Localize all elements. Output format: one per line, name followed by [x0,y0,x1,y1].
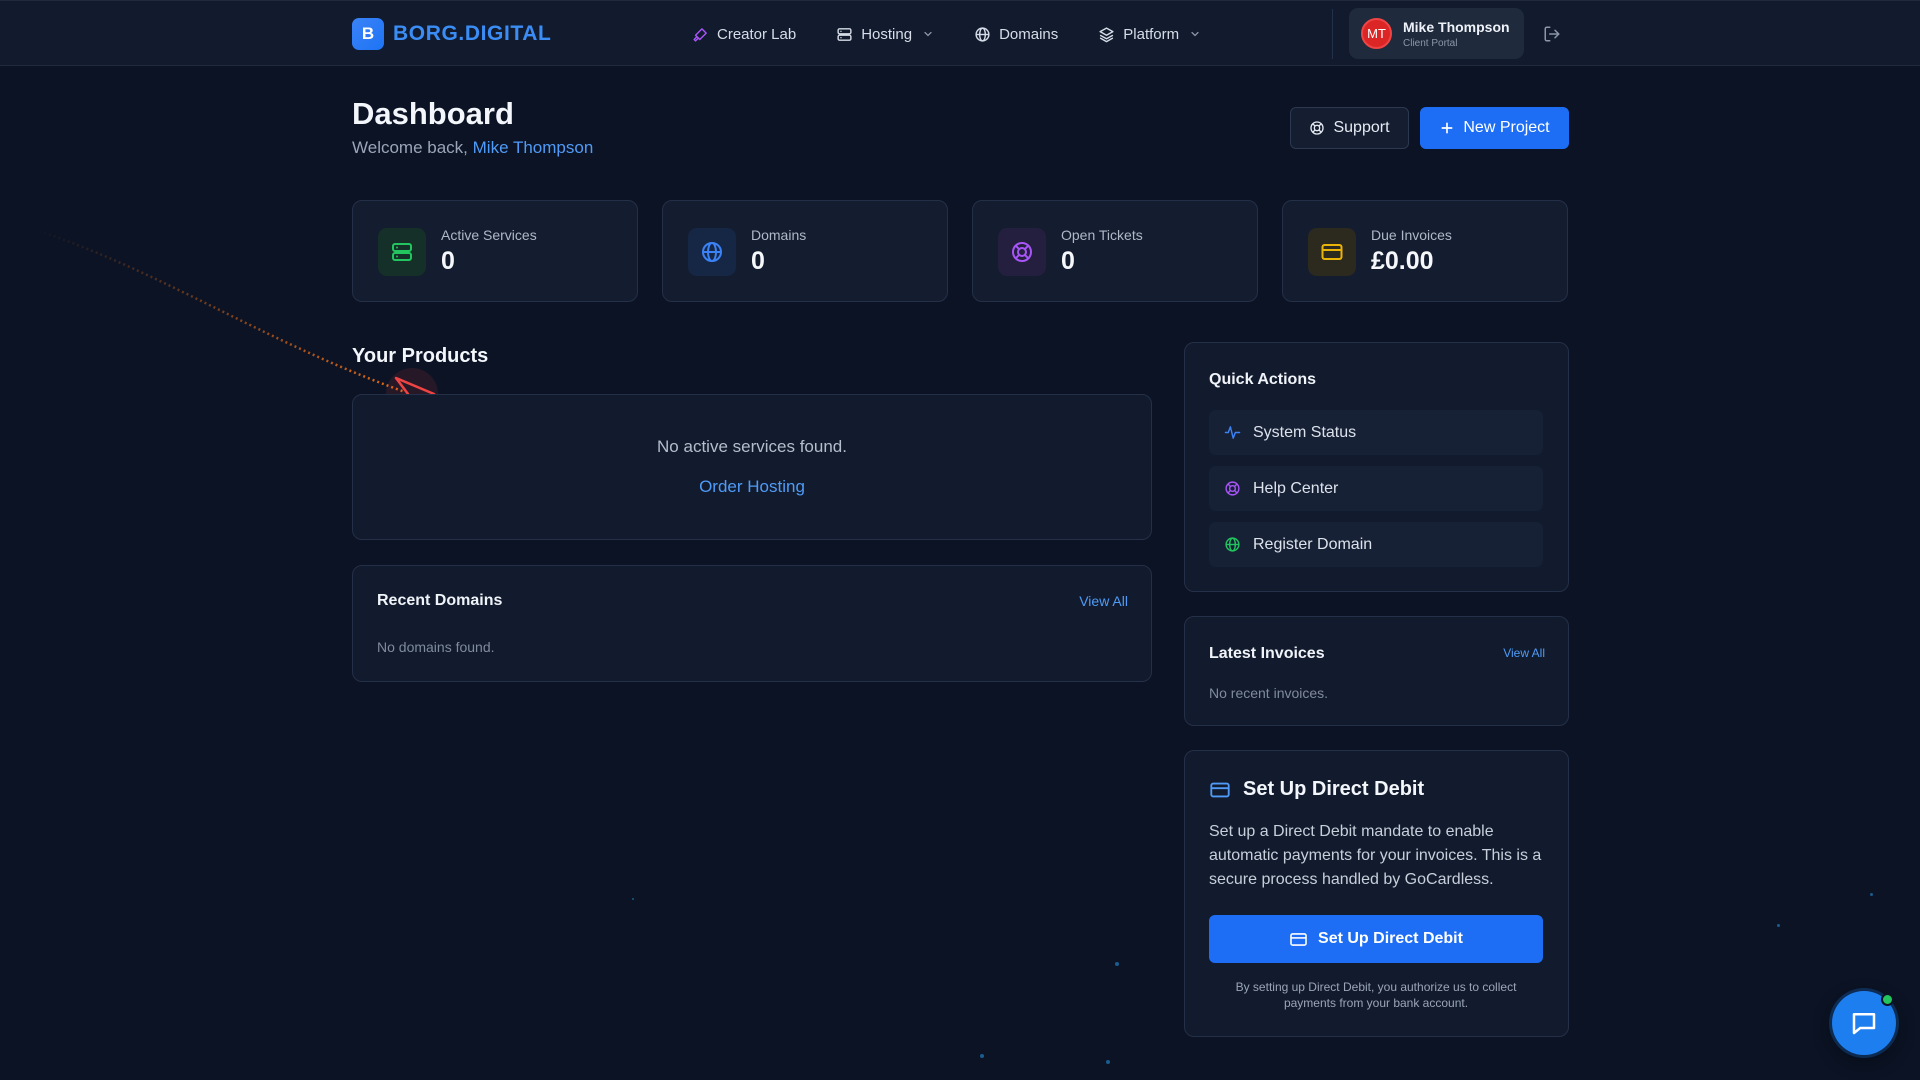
quick-action-system-status[interactable]: System Status [1209,410,1543,455]
support-button[interactable]: Support [1290,107,1409,149]
recent-domains-panel: Recent Domains View All No domains found… [352,565,1152,682]
chevron-down-icon [924,31,932,37]
nav-item-creator-lab[interactable]: Creator Lab [692,14,796,54]
nav-item-label: Hosting [861,25,913,43]
online-status-dot [1881,993,1894,1006]
support-label: Support [1333,119,1390,136]
nav-item-label: Platform [1123,25,1180,43]
stat-value: 0 [1061,247,1075,275]
stat-card-active-services[interactable]: Active Services 0 [352,200,638,302]
quick-action-register-domain[interactable]: Register Domain [1209,522,1543,567]
user-subtitle: Client Portal [1403,37,1458,49]
stat-icon-box [998,228,1046,276]
avatar: MT [1361,18,1392,49]
nav-item-label: Creator Lab [717,25,797,43]
user-name: Mike Thompson [1403,18,1510,35]
stat-label: Domains [751,227,807,243]
credit-card-icon [1290,932,1307,946]
globe-icon [1225,537,1240,552]
globe-icon [702,242,722,262]
latest-invoices-view-all[interactable]: View All [1503,646,1545,660]
welcome-prefix: Welcome back, [352,138,468,157]
server-icon [837,27,852,41]
latest-invoices-panel: Latest Invoices View All No recent invoi… [1184,616,1569,726]
direct-debit-panel: Set Up Direct Debit Set up a Direct Debi… [1184,750,1569,1037]
stat-label: Due Invoices [1371,227,1452,243]
new-project-button[interactable]: New Project [1420,107,1569,149]
stat-card-due-invoices[interactable]: Due Invoices £0.00 [1282,200,1568,302]
quick-actions-title: Quick Actions [1209,371,1316,388]
top-navigation: B BORG.DIGITAL Creator Lab Hosting Domai… [0,0,1920,66]
welcome-message: Welcome back, Mike Thompson [352,138,593,158]
products-section-title: Your Products [352,345,489,367]
server-icon [392,243,412,261]
stat-icon-box [1308,228,1356,276]
order-hosting-label[interactable]: Order Hosting [699,477,805,496]
stat-value: 0 [751,247,765,275]
lifebuoy-icon [1012,242,1032,262]
user-menu[interactable]: MT Mike Thompson Client Portal [1349,8,1524,59]
decorative-star [980,1054,984,1058]
decorative-star [632,898,634,900]
chat-icon [1852,1013,1876,1035]
direct-debit-description: Set up a Direct Debit mandate to enable … [1209,823,1542,888]
nav-item-hosting[interactable]: Hosting [836,14,934,54]
stat-label: Active Services [441,227,537,243]
page-title: Dashboard [352,96,514,131]
credit-card-icon [1210,782,1230,797]
direct-debit-note: By setting up Direct Debit, you authoriz… [1235,980,1517,1010]
stat-label: Open Tickets [1061,227,1143,243]
nav-item-domains[interactable]: Domains [974,14,1058,54]
brand-name: BORG.DIGITAL [393,22,552,45]
brand-mark: B [352,18,384,50]
layers-icon [1099,26,1114,42]
welcome-user-name: Mike Thompson [472,138,594,157]
latest-invoices-empty: No recent invoices. [1209,685,1329,701]
globe-icon [975,26,990,42]
main-nav: Creator Lab Hosting Domains Platform [692,1,1241,67]
nav-item-platform[interactable]: Platform [1098,14,1201,54]
brush-icon [693,27,707,42]
setup-direct-debit-button[interactable]: Set Up Direct Debit [1209,915,1543,963]
stat-card-domains[interactable]: Domains 0 [662,200,948,302]
credit-card-icon [1321,244,1343,260]
nav-divider [1332,9,1333,59]
nav-item-label: Domains [999,25,1059,43]
order-hosting-link[interactable]: Order Hosting [353,477,1151,497]
decorative-comet-trail [29,226,438,420]
recent-domains-title: Recent Domains [377,592,503,609]
recent-domains-view-all[interactable]: View All [1079,593,1128,609]
direct-debit-heading: Set Up Direct Debit [1209,778,1424,801]
activity-icon [1224,426,1241,439]
setup-direct-debit-label: Set Up Direct Debit [1318,930,1463,947]
decorative-star [1777,924,1780,927]
logout-icon[interactable] [1543,25,1561,43]
decorative-star [1106,1060,1110,1064]
lifebuoy-icon [1310,121,1325,135]
latest-invoices-title: Latest Invoices [1209,645,1325,662]
plus-icon [1441,122,1453,134]
recent-domains-empty: No domains found. [377,639,495,655]
stat-value: £0.00 [1371,247,1434,275]
decorative-star [1115,962,1119,966]
decorative-star [1870,893,1873,896]
quick-action-label: System Status [1253,423,1357,441]
stat-card-open-tickets[interactable]: Open Tickets 0 [972,200,1258,302]
products-empty-message: No active services found. [657,437,847,456]
new-project-label: New Project [1463,119,1550,136]
lifebuoy-icon [1225,481,1240,496]
quick-actions-panel: Quick Actions System Status Help Center … [1184,342,1569,592]
products-panel: No active services found. Order Hosting [352,394,1152,540]
quick-action-label: Help Center [1253,479,1339,497]
direct-debit-title: Set Up Direct Debit [1243,778,1425,800]
quick-action-help-center[interactable]: Help Center [1209,466,1543,511]
chevron-down-icon [1191,31,1199,37]
quick-action-label: Register Domain [1253,535,1373,553]
brand-logo[interactable]: B BORG.DIGITAL [352,18,551,50]
stat-icon-box [688,228,736,276]
stat-value: 0 [441,247,455,275]
stat-icon-box [378,228,426,276]
user-info: Mike Thompson Client Portal [1403,19,1510,49]
